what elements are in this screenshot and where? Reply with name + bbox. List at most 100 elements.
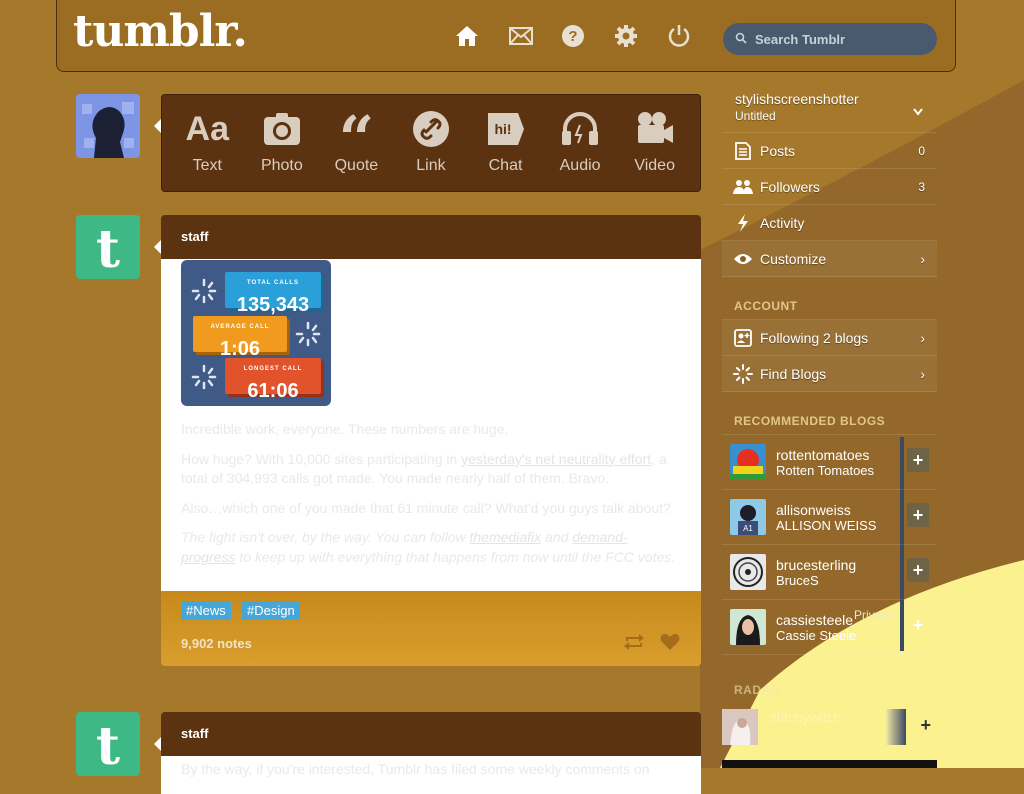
post-author[interactable]: staff <box>161 712 701 756</box>
average-call-stat: AVERAGE CALL 1:06 <box>193 316 287 360</box>
mail-icon[interactable] <box>507 22 535 50</box>
follow-plus-button[interactable]: + <box>920 715 931 736</box>
blog-title: ALLISON WEISS <box>776 517 877 533</box>
power-icon[interactable] <box>665 22 693 50</box>
follow-plus-button[interactable]: + <box>907 613 929 637</box>
rottentomatoes-avatar <box>730 444 766 480</box>
sidebar-item-find-blogs[interactable]: Find Blogs › <box>722 356 937 392</box>
blog-handle: brucesterling <box>776 556 857 573</box>
total-calls-stat: TOTAL CALLS 135,343 <box>225 272 321 316</box>
search-input[interactable] <box>753 30 927 48</box>
post-type-chat[interactable]: hi! Chat <box>471 95 541 191</box>
tag-news[interactable]: #News <box>181 601 231 620</box>
blog-title: Rotten Tomatoes <box>776 462 875 478</box>
gear-icon[interactable] <box>612 22 640 50</box>
post-type-quote[interactable]: “ Quote <box>321 95 391 191</box>
sidebar-item-customize[interactable]: Customize › <box>722 241 937 277</box>
like-heart-icon[interactable] <box>660 633 680 656</box>
recommended-blog[interactable]: cassiesteele Cassie Steele + Privacy <box>722 600 937 655</box>
search-bar[interactable] <box>723 23 937 55</box>
post-body: TOTAL CALLS 135,343 AVERAGE CALL 1:06 LO… <box>161 259 701 591</box>
blog-selector[interactable]: stylishscreenshotter Untitled <box>722 88 937 133</box>
sidebar-item-label: Posts <box>760 142 796 159</box>
longest-call-stat: LONGEST CALL 61:06 <box>225 358 321 402</box>
follow-plus-button[interactable]: + <box>907 503 929 527</box>
following-icon <box>730 328 756 347</box>
sidebar-item-activity[interactable]: Activity <box>722 205 937 241</box>
tag-design[interactable]: #Design <box>242 601 300 620</box>
post-type-link[interactable]: Link <box>396 95 466 191</box>
headphones-icon <box>545 109 615 149</box>
radar-image-preview <box>886 709 906 745</box>
text-icon: Aa <box>185 109 230 148</box>
post-type-label: Quote <box>334 157 379 174</box>
lightning-icon <box>730 213 756 232</box>
post-type-photo[interactable]: Photo <box>247 95 317 191</box>
find-icon <box>730 363 756 384</box>
sidebar-item-label: Activity <box>760 214 805 231</box>
account-heading: ACCOUNT <box>722 299 937 320</box>
post-paragraph: How huge? With 10,000 sites participatin… <box>181 450 667 487</box>
post-type-label: Link <box>416 157 446 174</box>
radar-blog-handle: stitchywitch <box>770 709 842 725</box>
post-author[interactable]: staff <box>161 215 701 259</box>
sidebar-item-posts[interactable]: Posts 0 <box>722 133 937 169</box>
quote-icon: “ <box>338 102 375 175</box>
follow-plus-button[interactable]: + <box>907 448 929 472</box>
sidebar-item-following[interactable]: Following 2 blogs › <box>722 320 937 356</box>
post-paragraph: By the way, if you're interested, Tumblr… <box>181 761 650 777</box>
themediafix-link[interactable]: themediafix <box>470 529 542 545</box>
radar-heading: RADAR <box>734 683 780 697</box>
followers-icon <box>730 179 756 195</box>
post-footer: #News #Design 9,902 notes <box>161 591 701 666</box>
post-type-text[interactable]: Aa Text <box>172 95 242 191</box>
recommended-list: rottentomatoes Rotten Tomatoes + A1 allis… <box>722 435 937 655</box>
blog-handle: cassiesteele <box>776 611 854 628</box>
post-type-audio[interactable]: Audio <box>545 95 615 191</box>
svg-text:t: t <box>96 716 120 776</box>
staff-avatar[interactable]: t <box>76 215 140 279</box>
staff-avatar-2[interactable]: t <box>76 712 140 776</box>
followers-count: 3 <box>918 179 925 194</box>
sidebar-item-followers[interactable]: Followers 3 <box>722 169 937 205</box>
user-avatar[interactable] <box>76 94 140 158</box>
post-type-label: Chat <box>488 157 523 174</box>
sidebar: stylishscreenshotter Untitled Posts 0 Fo… <box>722 88 937 768</box>
post-type-label: Text <box>192 157 222 174</box>
link-icon <box>396 109 466 149</box>
recommended-blog[interactable]: A1 allisonweiss ALLISON WEISS + <box>722 490 937 545</box>
post-type-label: Photo <box>260 157 303 174</box>
blog-title: Untitled <box>735 109 776 123</box>
infographic-image[interactable]: TOTAL CALLS 135,343 AVERAGE CALL 1:06 LO… <box>181 260 331 406</box>
post-type-video[interactable]: Video <box>620 95 690 191</box>
tumblr-logo[interactable]: tumblr. <box>73 6 248 57</box>
blog-handle: allisonweiss <box>776 501 851 518</box>
eye-icon <box>730 253 756 265</box>
notes-count[interactable]: 9,902 notes <box>181 636 252 651</box>
post-type-label: Video <box>634 157 675 174</box>
radar-item[interactable]: stitchywitch + <box>722 709 937 749</box>
reblog-icon[interactable] <box>623 633 645 656</box>
follow-plus-button[interactable]: + <box>907 558 929 582</box>
post-paragraph: The fight isn't over, by the way. You ca… <box>181 529 676 565</box>
svg-text:A1: A1 <box>743 524 753 533</box>
radar-image-strip <box>722 760 937 768</box>
posts-count: 0 <box>918 143 925 158</box>
sidebar-item-label: Find Blogs <box>760 365 827 382</box>
post-type-bar: Aa Text Photo “ Quote Link hi! Chat Audi… <box>161 94 701 192</box>
blog-name: stylishscreenshotter <box>735 91 859 107</box>
chevron-right-icon: › <box>920 329 925 346</box>
recommended-blog[interactable]: rottentomatoes Rotten Tomatoes + <box>722 435 937 490</box>
posts-icon <box>730 141 756 160</box>
home-icon[interactable] <box>453 22 481 50</box>
video-camera-icon <box>620 109 690 149</box>
svg-text:t: t <box>96 219 120 279</box>
help-icon[interactable]: ? <box>559 22 587 50</box>
net-neutrality-link[interactable]: yesterday's net neutrality effort <box>461 451 651 467</box>
spinner-icon <box>295 321 321 347</box>
recommended-blog[interactable]: brucesterling BruceS + <box>722 545 937 600</box>
post-staff-2: staff By the way, if you're interested, … <box>161 712 701 794</box>
privacy-link[interactable]: Privacy <box>854 608 893 622</box>
chevron-right-icon: › <box>920 365 925 382</box>
cassiesteele-avatar <box>730 609 766 645</box>
